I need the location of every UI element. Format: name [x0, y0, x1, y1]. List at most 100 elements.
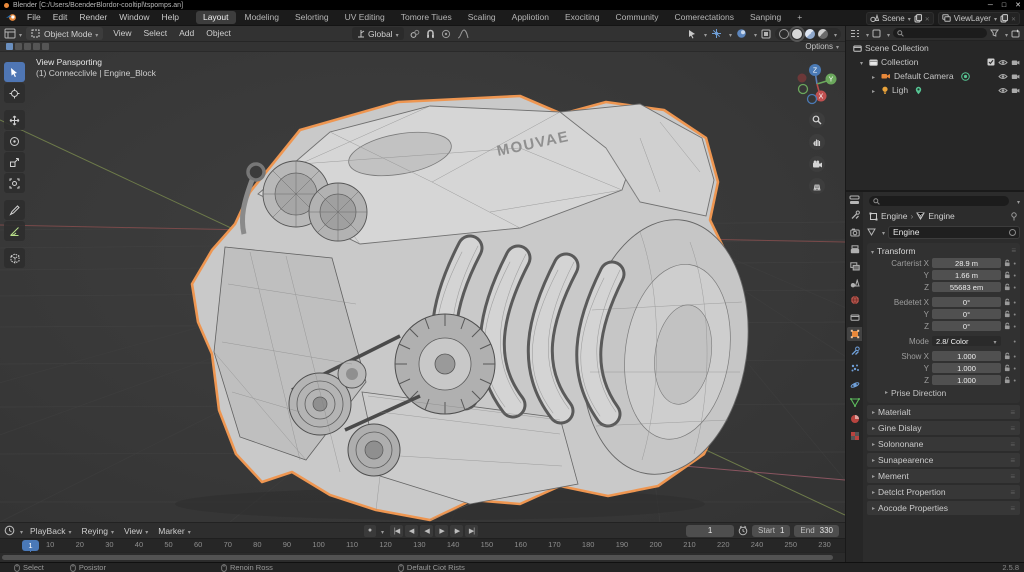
horizontal-scrollbar[interactable] — [2, 555, 833, 560]
workspace-tab[interactable]: Appliotion — [505, 11, 556, 24]
tab-view-layer[interactable] — [847, 259, 862, 273]
shading-material-icon[interactable] — [805, 29, 815, 39]
playback-button[interactable]: ▶| — [465, 525, 478, 537]
collapsed-panel-header[interactable]: Solononane — [867, 437, 1020, 451]
tool-setting-icon[interactable] — [24, 43, 31, 50]
workspace-tab[interactable]: Sanping — [743, 11, 788, 24]
collapse-arrow-icon[interactable] — [872, 71, 878, 81]
filter-icon[interactable] — [990, 29, 999, 37]
lock-icon[interactable] — [1004, 310, 1011, 318]
workspace-tab[interactable]: Community — [609, 11, 666, 24]
workspace-tab[interactable]: + — [790, 11, 809, 24]
zoom-view-icon[interactable] — [809, 112, 825, 128]
collapsed-panel-header[interactable]: Mement — [867, 469, 1020, 483]
viewport-menu-item[interactable]: Select — [138, 26, 174, 41]
lock-icon[interactable] — [1004, 376, 1011, 384]
menubar-item[interactable]: Help — [155, 10, 184, 25]
rotation-z-field[interactable]: 0° — [932, 321, 1001, 331]
use-preview-range-icon[interactable] — [738, 525, 748, 536]
shading-chevron[interactable] — [831, 29, 837, 39]
render-camera-icon[interactable] — [1011, 59, 1020, 66]
viewport-menu-item[interactable]: View — [107, 26, 137, 41]
scale-tool[interactable] — [4, 152, 25, 172]
scene-selector[interactable]: Scene — [866, 12, 934, 25]
window-control-button[interactable]: ─ — [988, 2, 993, 9]
overlays-chevron[interactable] — [751, 29, 757, 39]
workspace-tab[interactable]: Exociting — [558, 11, 607, 24]
tab-output[interactable] — [847, 242, 862, 256]
properties-options-chevron[interactable] — [1014, 197, 1020, 206]
rotation-y-field[interactable]: 0° — [932, 309, 1001, 319]
workspace-tab[interactable]: Modeling — [238, 11, 287, 24]
navigation-gizmo[interactable]: Z Y X — [795, 62, 839, 106]
exclude-checkbox-icon[interactable] — [987, 58, 995, 66]
transform-tool[interactable] — [4, 173, 25, 193]
workspace-tab[interactable]: Layout — [196, 11, 236, 24]
properties-editor-icon[interactable] — [849, 195, 860, 205]
unlink-scene-icon[interactable] — [925, 14, 930, 23]
shading-rendered-icon[interactable] — [818, 29, 828, 39]
tool-setting-icon[interactable] — [15, 43, 22, 50]
visibility-chevron[interactable] — [701, 29, 707, 39]
lock-icon[interactable] — [1004, 271, 1011, 279]
location-z-field[interactable]: 55683 em — [932, 282, 1001, 292]
window-control-button[interactable]: □ — [1002, 2, 1006, 9]
breadcrumb-data[interactable]: Engine — [928, 211, 954, 221]
mode-dropdown[interactable]: Object Mode — [26, 27, 103, 40]
animate-dot-icon[interactable] — [1014, 322, 1016, 331]
camera-view-icon[interactable] — [809, 156, 825, 172]
new-collection-icon[interactable] — [1011, 29, 1020, 38]
animate-dot-icon[interactable] — [1014, 283, 1016, 292]
editor-type-icon[interactable] — [4, 28, 16, 39]
tab-texture[interactable] — [847, 429, 862, 443]
options-button[interactable]: Options — [805, 42, 839, 51]
fake-user-ring-icon[interactable] — [1009, 229, 1016, 236]
lock-icon[interactable] — [1004, 352, 1011, 360]
tool-setting-icon[interactable] — [33, 43, 40, 50]
properties-search-input[interactable] — [869, 196, 1009, 206]
render-camera-icon[interactable] — [1011, 73, 1020, 80]
breadcrumb-object[interactable]: Engine — [881, 211, 907, 221]
animate-dot-icon[interactable] — [1014, 298, 1016, 307]
animate-dot-icon[interactable] — [1014, 376, 1016, 385]
blender-logo-icon[interactable] — [6, 13, 17, 22]
transform-panel-header[interactable]: Transform — [871, 244, 1016, 257]
tab-collection-props[interactable] — [847, 310, 862, 324]
scale-z-field[interactable]: 1.000 — [932, 375, 1001, 385]
location-y-field[interactable]: 1.66 m — [932, 270, 1001, 280]
outliner-row-camera[interactable]: Default Camera — [846, 69, 1024, 83]
remove-viewlayer-icon[interactable] — [1011, 14, 1016, 23]
collapsed-panel-header[interactable]: Detclct Propertion — [867, 485, 1020, 499]
object-visibility-icon[interactable] — [687, 29, 697, 39]
playback-button[interactable]: ∙▶ — [450, 525, 463, 537]
scale-x-field[interactable]: 1.000 — [932, 351, 1001, 361]
move-tool[interactable] — [4, 110, 25, 130]
outliner-row-light[interactable]: Ligh — [846, 83, 1024, 97]
playback-button[interactable]: |◀ — [390, 525, 403, 537]
pan-view-icon[interactable] — [809, 134, 825, 150]
viewport-menu-item[interactable]: Object — [200, 26, 237, 41]
cursor-tool[interactable] — [4, 83, 25, 103]
lock-icon[interactable] — [1004, 322, 1011, 330]
measure-tool[interactable] — [4, 221, 25, 241]
annotate-tool[interactable] — [4, 200, 25, 220]
auto-keying-button[interactable]: ● — [364, 525, 376, 537]
tab-tool[interactable] — [847, 208, 862, 222]
tab-object[interactable] — [847, 327, 862, 341]
menubar-item[interactable]: Edit — [47, 10, 74, 25]
rotation-mode-dropdown[interactable]: 2.8/ Color — [932, 336, 1001, 346]
animate-dot-icon[interactable] — [1014, 259, 1016, 268]
playback-button[interactable]: ◀∙ — [405, 525, 418, 537]
timeline-menu-item[interactable]: View — [119, 526, 153, 536]
display-mode-chevron[interactable] — [884, 24, 890, 42]
animate-dot-icon[interactable] — [1014, 352, 1016, 361]
outliner-row-collection[interactable]: Collection — [846, 55, 1024, 69]
outliner-search-input[interactable] — [893, 28, 987, 38]
show-overlays-icon[interactable] — [736, 28, 747, 39]
outliner-editor-icon[interactable] — [850, 29, 860, 38]
tool-setting-icon[interactable] — [42, 43, 49, 50]
lock-icon[interactable] — [1004, 298, 1011, 306]
workspace-tab[interactable]: Comerectations — [667, 11, 741, 24]
frame-start-field[interactable]: Start1 — [752, 525, 790, 537]
pose-direction-subpanel[interactable]: Prise Direction — [871, 386, 1016, 399]
